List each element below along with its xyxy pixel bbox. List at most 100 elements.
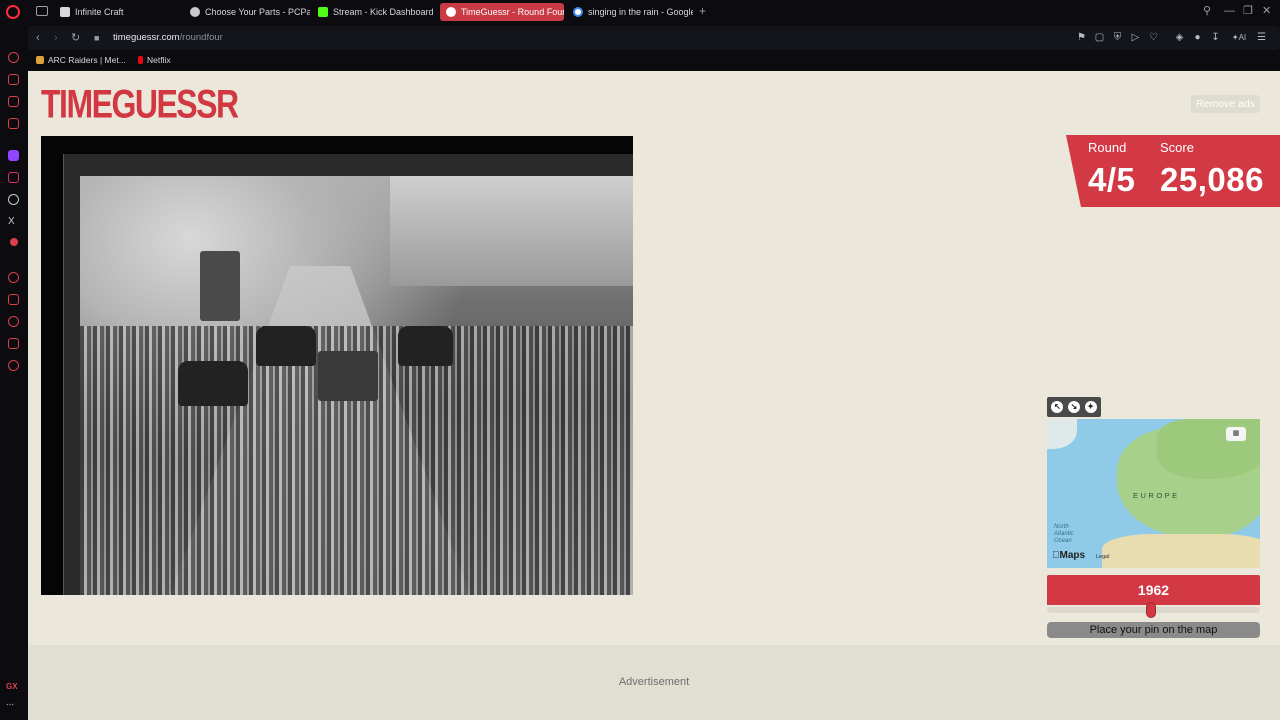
timeguessr-page: TIMEGUESSR Remove ads Round 4/5 Score 25… [28, 71, 1280, 720]
tab-label: Stream - Kick Dashboard [333, 7, 434, 17]
settings-gear-icon[interactable] [8, 360, 19, 371]
map-ocean-label-line: Atlantic [1054, 531, 1074, 537]
browser-sidebar: X GX ⋯ [0, 44, 28, 720]
extensions-sidebar-icon[interactable] [8, 338, 19, 349]
photo-car [178, 361, 248, 406]
address-bar: ‹ › ↻ ■ timeguessr.com/roundfour ⚑ ▢ ⛨ ▷… [28, 26, 1280, 50]
map-land [1102, 534, 1260, 568]
timeguessr-favicon-icon [446, 7, 456, 17]
pcpartpicker-icon [190, 7, 200, 17]
minimize-icon[interactable]: — [1224, 5, 1235, 17]
bookmark-label: Netflix [147, 55, 171, 65]
close-window-icon[interactable]: ✕ [1262, 5, 1271, 17]
score-label: Score [1160, 140, 1194, 155]
download-icon[interactable]: ↧ [1210, 32, 1221, 43]
guess-map[interactable]: EUROPE North Atlantic Ocean Maps Legal … [1047, 419, 1260, 568]
bookmark-arc-raiders[interactable]: ARC Raiders | Met... [36, 55, 126, 65]
tab-kick-dashboard[interactable]: Stream - Kick Dashboard [312, 3, 438, 21]
bookmark-icon[interactable]: ⚑ [1076, 32, 1087, 43]
profile-icon[interactable]: ● [1192, 32, 1203, 43]
gx-control-icon[interactable] [8, 74, 19, 85]
year-slider-thumb[interactable] [1146, 602, 1157, 618]
place-pin-button[interactable]: Place your pin on the map [1047, 622, 1260, 638]
historical-street-photo [80, 176, 633, 595]
pinboard-icon[interactable] [8, 294, 19, 305]
map-expand-icon[interactable]: ↖ [1051, 401, 1064, 413]
tab-label: TimeGuessr - Round Four [461, 7, 564, 17]
aria-icon[interactable] [8, 52, 19, 63]
apple-maps-logo: Maps [1052, 550, 1085, 561]
tab-label: singing in the rain - Google [588, 7, 693, 17]
tab-infinite-craft[interactable]: Infinite Craft [54, 3, 182, 21]
ai-icon[interactable]: ✦AI [1230, 32, 1248, 43]
tab-bar: Infinite Craft Choose Your Parts - PCPa … [0, 0, 1280, 24]
bookmark-label: ARC Raiders | Met... [48, 55, 126, 65]
infinity-icon [60, 7, 70, 17]
url-host: timeguessr.com [113, 32, 180, 43]
extensions-icon[interactable]: ◈ [1174, 32, 1185, 43]
back-icon[interactable]: ‹ [36, 31, 40, 45]
url-field[interactable]: timeguessr.com/roundfour [113, 32, 223, 43]
google-icon [573, 7, 583, 17]
new-tab-icon[interactable]: + [697, 5, 708, 17]
messenger-m-icon[interactable] [8, 118, 19, 129]
search-tabs-icon[interactable]: ⚲ [1203, 5, 1211, 17]
tab-overview-icon[interactable] [36, 6, 48, 16]
score-value: 25,086 [1160, 161, 1264, 198]
map-land [1047, 419, 1077, 449]
map-controls: ↖ ↘ ✦ [1047, 397, 1101, 417]
map-region-label: EUROPE [1133, 491, 1180, 500]
map-ocean-label-line: Ocean [1054, 538, 1072, 544]
twitch-icon[interactable] [8, 150, 19, 161]
gx-label: GX [6, 682, 18, 691]
bookmark-netflix[interactable]: Netflix [138, 55, 171, 65]
photo-car [256, 326, 316, 366]
arc-raiders-icon [36, 56, 44, 64]
url-path: /roundfour [179, 32, 223, 43]
shield-icon[interactable]: ⛨ [1112, 32, 1123, 43]
photo-border [63, 154, 633, 595]
heart-icon[interactable]: ♡ [1148, 32, 1159, 43]
round-value: 4/5 [1088, 161, 1136, 198]
tab-timeguessr[interactable]: TimeGuessr - Round Four [440, 3, 564, 21]
tab-label: Choose Your Parts - PCPa [205, 7, 310, 17]
photo-building [390, 176, 633, 286]
advertisement-area: Advertisement [28, 645, 1280, 720]
round-photo [41, 136, 633, 595]
snapshot-icon[interactable]: ▢ [1094, 32, 1105, 43]
music-icon[interactable] [10, 238, 18, 246]
forward-icon[interactable]: › [54, 31, 58, 45]
x-twitter-icon[interactable]: X [8, 216, 19, 227]
tiktok-icon[interactable] [8, 194, 19, 205]
opera-logo-icon[interactable] [6, 5, 20, 19]
restore-icon[interactable]: ❐ [1243, 5, 1253, 17]
round-label: Round [1088, 140, 1127, 155]
map-legal-link[interactable]: Legal [1096, 554, 1109, 560]
remove-ads-button[interactable]: Remove ads [1191, 95, 1260, 113]
player-icon[interactable] [8, 272, 19, 283]
gx-corner-icon[interactable] [8, 96, 19, 107]
maps-brand: Maps [1052, 550, 1086, 561]
map-ocean-label-line: North [1054, 524, 1069, 530]
lock-icon[interactable]: ■ [94, 31, 99, 45]
map-shrink-icon[interactable]: ↘ [1067, 401, 1080, 413]
instagram-icon[interactable] [8, 172, 19, 183]
photo-car [398, 326, 453, 366]
map-type-icon[interactable]: ▦ [1226, 427, 1246, 441]
more-dots-icon[interactable]: ⋯ [6, 700, 14, 709]
tab-google-search[interactable]: singing in the rain - Google [567, 3, 693, 21]
bookmarks-bar: ARC Raiders | Met... Netflix [28, 51, 1280, 70]
map-pin-icon[interactable]: ✦ [1084, 401, 1097, 413]
map-ocean-label: North Atlantic Ocean [1054, 524, 1074, 545]
photo-tram [200, 251, 240, 321]
timeguessr-logo[interactable]: TIMEGUESSR [41, 81, 239, 127]
history-icon[interactable] [8, 316, 19, 327]
netflix-icon [138, 56, 143, 64]
tab-choose-your-parts[interactable]: Choose Your Parts - PCPa [184, 3, 310, 21]
play-icon[interactable]: ▷ [1130, 32, 1141, 43]
menu-icon[interactable]: ☰ [1256, 32, 1267, 43]
reload-icon[interactable]: ↻ [71, 31, 80, 45]
score-card: Round 4/5 Score 25,086 [1066, 135, 1280, 207]
tab-label: Infinite Craft [75, 7, 124, 17]
year-display: 1962 [1047, 575, 1260, 605]
